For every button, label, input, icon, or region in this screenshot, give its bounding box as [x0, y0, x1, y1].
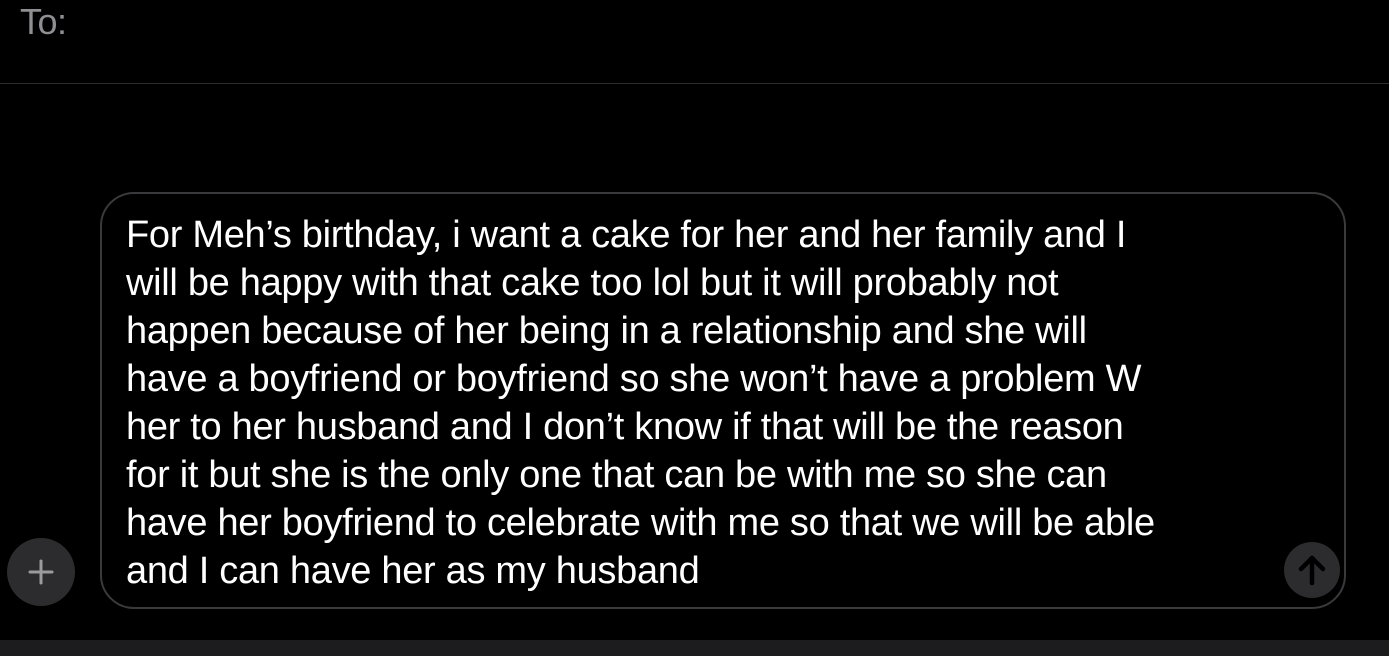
plus-icon	[28, 559, 54, 585]
arrow-up-icon	[1298, 555, 1326, 586]
message-text[interactable]: For Meh’s birthday, i want a cake for he…	[126, 211, 1266, 595]
send-button[interactable]	[1284, 542, 1340, 598]
recipient-row[interactable]: To:	[0, 0, 1389, 83]
header-divider	[0, 83, 1389, 84]
add-attachment-button[interactable]	[7, 538, 75, 606]
message-compose-screen: To: For Meh’s birthday, i want a cake fo…	[0, 0, 1389, 656]
to-label: To:	[20, 1, 67, 42]
keyboard-top-edge	[0, 640, 1389, 656]
message-input[interactable]: For Meh’s birthday, i want a cake for he…	[100, 192, 1346, 609]
